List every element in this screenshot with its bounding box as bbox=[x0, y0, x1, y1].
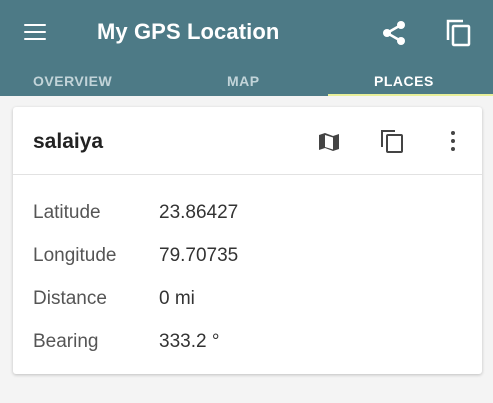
tab-places[interactable]: PLACES bbox=[374, 66, 434, 96]
app-title: My GPS Location bbox=[97, 19, 280, 44]
detail-value: 0 mi bbox=[159, 288, 195, 309]
app-bar: My GPS Location bbox=[0, 0, 493, 66]
card-divider bbox=[13, 174, 482, 175]
detail-row-longitude: Longitude 79.70735 bbox=[13, 245, 482, 275]
detail-row-latitude: Latitude 23.86427 bbox=[13, 202, 482, 232]
share-icon[interactable] bbox=[380, 20, 408, 46]
place-name: salaiya bbox=[33, 130, 104, 153]
detail-label: Longitude bbox=[33, 245, 117, 266]
detail-row-distance: Distance 0 mi bbox=[13, 288, 482, 318]
place-card: salaiya Latitude 23.86427 Longitude 79.7… bbox=[13, 107, 482, 374]
menu-icon[interactable] bbox=[24, 22, 48, 42]
detail-value: 23.86427 bbox=[159, 202, 239, 223]
tab-bar: OVERVIEW MAP PLACES bbox=[0, 66, 493, 96]
tab-map[interactable]: MAP bbox=[227, 66, 260, 96]
map-icon[interactable] bbox=[317, 131, 341, 153]
copy-icon[interactable] bbox=[379, 128, 405, 154]
more-vertical-icon[interactable] bbox=[447, 129, 459, 153]
copy-icon[interactable] bbox=[445, 18, 473, 48]
detail-value: 333.2 ° bbox=[159, 331, 220, 352]
place-card-header: salaiya bbox=[13, 107, 482, 174]
detail-label: Bearing bbox=[33, 331, 99, 352]
detail-row-bearing: Bearing 333.2 ° bbox=[13, 331, 482, 361]
detail-value: 79.70735 bbox=[159, 245, 239, 266]
detail-label: Distance bbox=[33, 288, 107, 309]
tab-indicator bbox=[328, 94, 493, 96]
tab-overview[interactable]: OVERVIEW bbox=[33, 66, 112, 96]
detail-label: Latitude bbox=[33, 202, 101, 223]
